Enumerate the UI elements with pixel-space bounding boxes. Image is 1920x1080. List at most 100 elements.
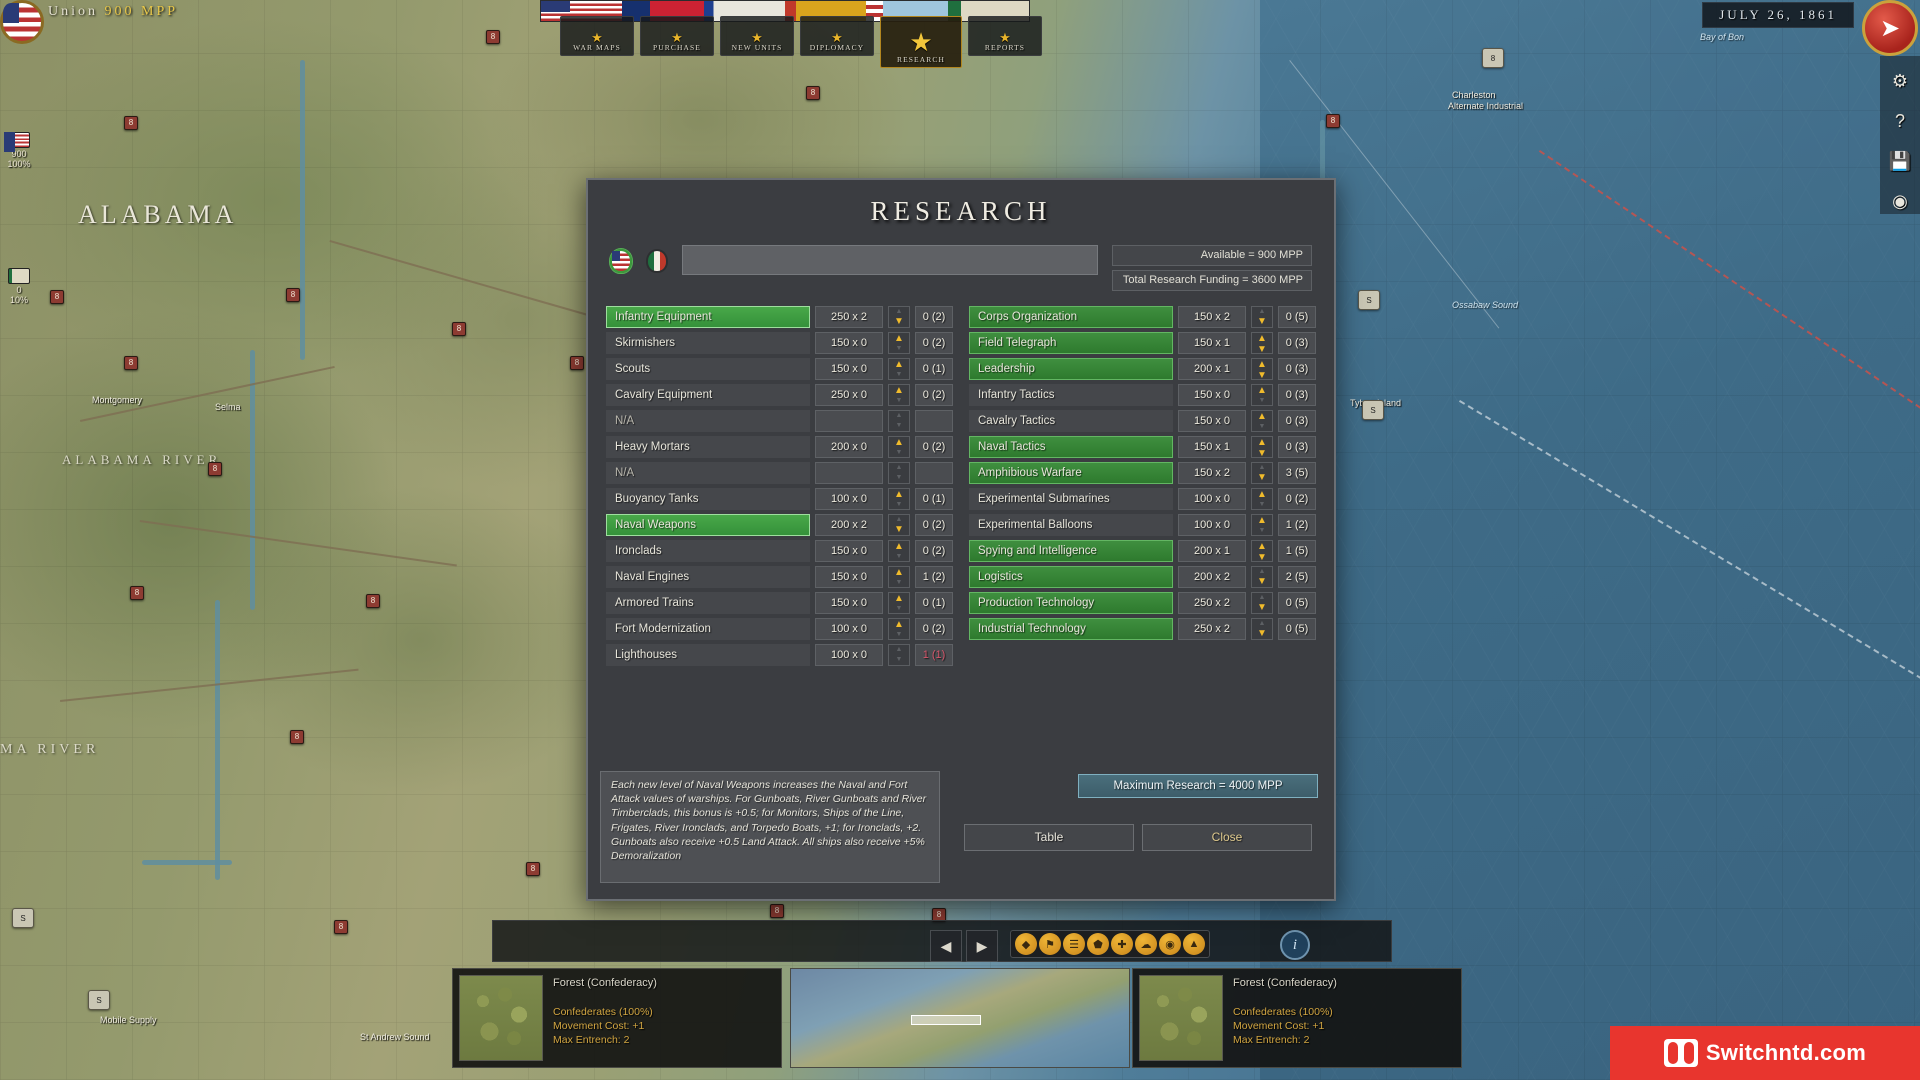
- chevron-down-icon[interactable]: ▼: [1252, 448, 1272, 459]
- research-spinner[interactable]: ▲ ▼: [888, 461, 910, 484]
- map-unit[interactable]: 8: [486, 30, 500, 44]
- research-row[interactable]: Ironclads 150 x 0 ▲ ▼ 0 (2): [606, 539, 953, 562]
- chevron-up-icon[interactable]: ▲: [1252, 411, 1272, 422]
- chevron-up-icon[interactable]: ▲: [1252, 567, 1272, 576]
- research-item-naval-weapons[interactable]: Naval Weapons: [606, 513, 810, 536]
- research-spinner[interactable]: ▲ ▼: [888, 409, 910, 432]
- chevron-up-icon[interactable]: ▲: [1252, 359, 1272, 370]
- research-spinner[interactable]: ▲ ▼: [1251, 617, 1273, 640]
- chevron-down-icon[interactable]: ▼: [889, 630, 909, 639]
- research-item-lighthouses[interactable]: Lighthouses: [606, 643, 810, 666]
- chevron-up-icon[interactable]: ▲: [1252, 463, 1272, 472]
- research-item-leadership[interactable]: Leadership: [969, 357, 1173, 380]
- research-item-experimental-submarines[interactable]: Experimental Submarines: [969, 487, 1173, 510]
- resource-icon[interactable]: ◆: [1015, 933, 1037, 955]
- chevron-down-icon[interactable]: ▼: [889, 448, 909, 457]
- chevron-up-icon[interactable]: ▲: [1252, 437, 1272, 448]
- maximum-research-button[interactable]: Maximum Research = 4000 MPP: [1078, 774, 1318, 798]
- research-row[interactable]: Scouts 150 x 0 ▲ ▼ 0 (1): [606, 357, 953, 380]
- unit-icon[interactable]: ✚: [1111, 933, 1133, 955]
- map-city[interactable]: S: [1358, 290, 1380, 310]
- nav-button-research[interactable]: ★ Research: [880, 16, 962, 68]
- research-item-buoyancy-tanks[interactable]: Buoyancy Tanks: [606, 487, 810, 510]
- research-item-naval-engines[interactable]: Naval Engines: [606, 565, 810, 588]
- research-spinner[interactable]: ▲ ▼: [888, 617, 910, 640]
- research-item-armored-trains[interactable]: Armored Trains: [606, 591, 810, 614]
- chevron-up-icon[interactable]: ▲: [889, 489, 909, 500]
- research-spinner[interactable]: ▲ ▼: [1251, 357, 1273, 381]
- map-unit[interactable]: 8: [130, 586, 144, 600]
- chevron-up-icon[interactable]: ▲: [889, 515, 909, 524]
- research-spinner[interactable]: ▲ ▼: [888, 357, 910, 380]
- chevron-down-icon[interactable]: ▼: [1252, 602, 1272, 613]
- terrain-icon[interactable]: ▲: [1183, 933, 1205, 955]
- research-spinner[interactable]: ▲ ▼: [888, 305, 910, 328]
- chevron-down-icon[interactable]: ▼: [1252, 552, 1272, 563]
- chevron-up-icon[interactable]: ▲: [889, 463, 909, 473]
- research-row[interactable]: Amphibious Warfare 150 x 2 ▲ ▼ 3 (5): [969, 461, 1316, 484]
- nation-flag-mexico[interactable]: [646, 249, 668, 273]
- research-spinner[interactable]: ▲ ▼: [888, 435, 910, 458]
- research-item-spying-and-intelligence[interactable]: Spying and Intelligence: [969, 539, 1173, 562]
- chevron-down-icon[interactable]: ▼: [1252, 576, 1272, 587]
- nav-button-war-maps[interactable]: ★ War Maps: [560, 16, 634, 56]
- arrow-left-icon[interactable]: ◀: [930, 930, 962, 962]
- chevron-down-icon[interactable]: ▼: [889, 655, 909, 665]
- chevron-down-icon[interactable]: ▼: [889, 604, 909, 613]
- chevron-up-icon[interactable]: ▲: [889, 567, 909, 578]
- research-spinner[interactable]: ▲ ▼: [1251, 461, 1273, 484]
- chevron-up-icon[interactable]: ▲: [889, 593, 909, 604]
- faction-emblem-icon[interactable]: [0, 0, 44, 44]
- record-icon[interactable]: ◉: [1887, 188, 1913, 214]
- research-spinner[interactable]: ▲ ▼: [1251, 539, 1273, 563]
- chevron-up-icon[interactable]: ▲: [1252, 333, 1272, 344]
- chevron-down-icon[interactable]: ▼: [889, 316, 909, 327]
- research-spinner[interactable]: ▲ ▼: [888, 565, 910, 588]
- target-icon[interactable]: ◉: [1159, 933, 1181, 955]
- chevron-up-icon[interactable]: ▲: [889, 541, 909, 552]
- research-item-amphibious-warfare[interactable]: Amphibious Warfare: [969, 461, 1173, 484]
- chevron-down-icon[interactable]: ▼: [1252, 370, 1272, 381]
- research-spinner[interactable]: ▲ ▼: [1251, 409, 1273, 432]
- chevron-down-icon[interactable]: ▼: [1252, 316, 1272, 327]
- map-unit[interactable]: 8: [50, 290, 64, 304]
- chevron-down-icon[interactable]: ▼: [1252, 344, 1272, 355]
- help-icon[interactable]: ?: [1887, 108, 1913, 134]
- chevron-down-icon[interactable]: ▼: [889, 473, 909, 483]
- nav-button-reports[interactable]: ★ Reports: [968, 16, 1042, 56]
- research-row[interactable]: Infantry Tactics 150 x 0 ▲ ▼ 0 (3): [969, 383, 1316, 406]
- research-item-n-a[interactable]: N/A: [606, 461, 810, 484]
- research-item-cavalry-equipment[interactable]: Cavalry Equipment: [606, 383, 810, 406]
- research-item-infantry-tactics[interactable]: Infantry Tactics: [969, 383, 1173, 406]
- research-row[interactable]: Naval Weapons 200 x 2 ▲ ▼ 0 (2): [606, 513, 953, 536]
- flag-icon[interactable]: ⚑: [1039, 933, 1061, 955]
- search-input[interactable]: [682, 245, 1098, 275]
- chevron-down-icon[interactable]: ▼: [1252, 500, 1272, 509]
- info-icon[interactable]: i: [1280, 930, 1310, 960]
- research-row[interactable]: Naval Tactics 150 x 1 ▲ ▼ 0 (3): [969, 435, 1316, 459]
- research-item-ironclads[interactable]: Ironclads: [606, 539, 810, 562]
- research-row[interactable]: Field Telegraph 150 x 1 ▲ ▼ 0 (3): [969, 331, 1316, 355]
- chevron-down-icon[interactable]: ▼: [889, 500, 909, 509]
- list-icon[interactable]: ☰: [1063, 933, 1085, 955]
- minimap-viewport[interactable]: [911, 1015, 981, 1025]
- research-spinner[interactable]: ▲ ▼: [1251, 383, 1273, 406]
- research-row[interactable]: Armored Trains 150 x 0 ▲ ▼ 0 (1): [606, 591, 953, 614]
- research-row[interactable]: Heavy Mortars 200 x 0 ▲ ▼ 0 (2): [606, 435, 953, 458]
- research-row[interactable]: Naval Engines 150 x 0 ▲ ▼ 1 (2): [606, 565, 953, 588]
- chevron-up-icon[interactable]: ▲: [889, 333, 909, 344]
- research-spinner[interactable]: ▲ ▼: [888, 591, 910, 614]
- chevron-down-icon[interactable]: ▼: [889, 344, 909, 353]
- research-item-experimental-balloons[interactable]: Experimental Balloons: [969, 513, 1173, 536]
- research-spinner[interactable]: ▲ ▼: [888, 487, 910, 510]
- weather-icon[interactable]: ☁: [1135, 933, 1157, 955]
- research-item-field-telegraph[interactable]: Field Telegraph: [969, 331, 1173, 354]
- research-spinner[interactable]: ▲ ▼: [1251, 513, 1273, 536]
- research-row[interactable]: Lighthouses 100 x 0 ▲ ▼ 1 (1): [606, 643, 953, 666]
- minimap[interactable]: [790, 968, 1130, 1068]
- research-item-naval-tactics[interactable]: Naval Tactics: [969, 435, 1173, 458]
- map-unit[interactable]: 8: [452, 322, 466, 336]
- research-row[interactable]: Infantry Equipment 250 x 2 ▲ ▼ 0 (2): [606, 305, 953, 328]
- chevron-down-icon[interactable]: ▼: [1252, 422, 1272, 431]
- map-unit[interactable]: 8: [366, 594, 380, 608]
